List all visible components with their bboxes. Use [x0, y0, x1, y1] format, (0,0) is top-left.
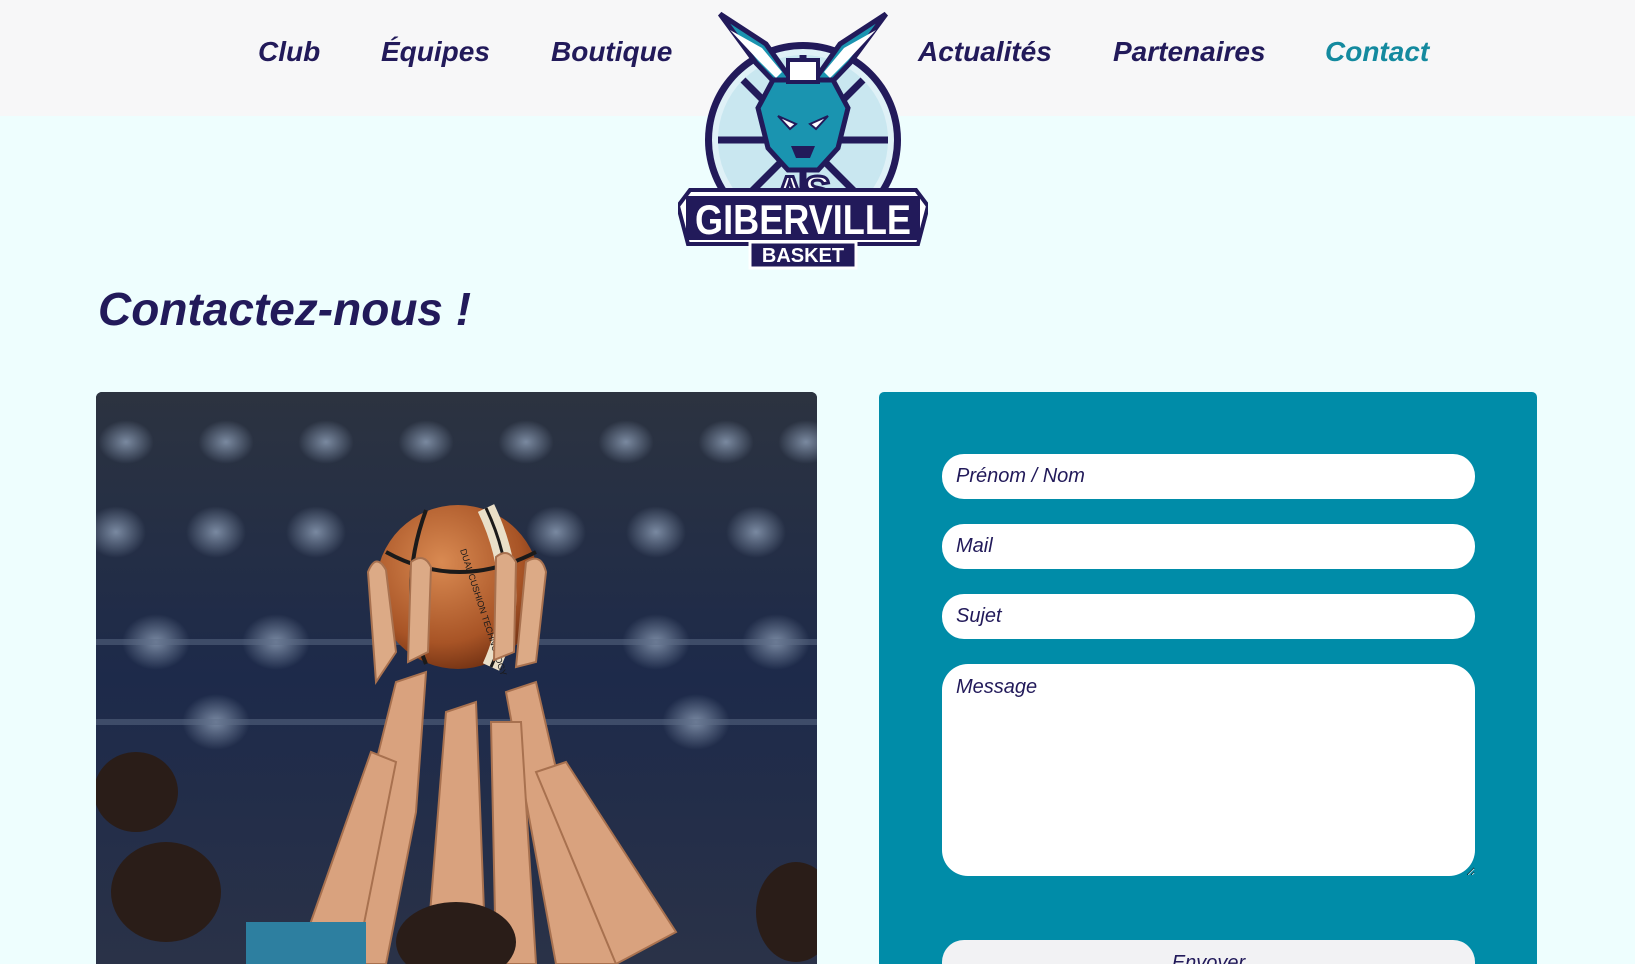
basketball-team-photo: DUAL CUSHION TECHNOLOGY — [96, 392, 817, 964]
kangaroo-logo-icon: AS GIBERVILLE BASKET — [675, 11, 931, 270]
subject-input[interactable] — [942, 594, 1475, 639]
nav-item-partenaires[interactable]: Partenaires — [1113, 36, 1266, 68]
logo-basket-text: BASKET — [762, 245, 844, 267]
send-button[interactable]: Envoyer — [942, 940, 1475, 964]
nav-item-equipes[interactable]: Équipes — [381, 36, 490, 68]
nav-item-actualites[interactable]: Actualités — [918, 36, 1052, 68]
name-input[interactable] — [942, 454, 1475, 499]
contact-form: Envoyer — [879, 392, 1537, 964]
message-textarea[interactable] — [942, 664, 1475, 876]
page-title: Contactez-nous ! — [98, 283, 472, 335]
mail-input[interactable] — [942, 524, 1475, 569]
club-logo[interactable]: AS GIBERVILLE BASKET — [675, 8, 931, 278]
nav-item-club[interactable]: Club — [258, 36, 320, 68]
logo-giberville-text: GIBERVILLE — [695, 196, 911, 243]
nav-item-contact[interactable]: Contact — [1325, 36, 1429, 68]
nav-item-boutique[interactable]: Boutique — [551, 36, 672, 68]
